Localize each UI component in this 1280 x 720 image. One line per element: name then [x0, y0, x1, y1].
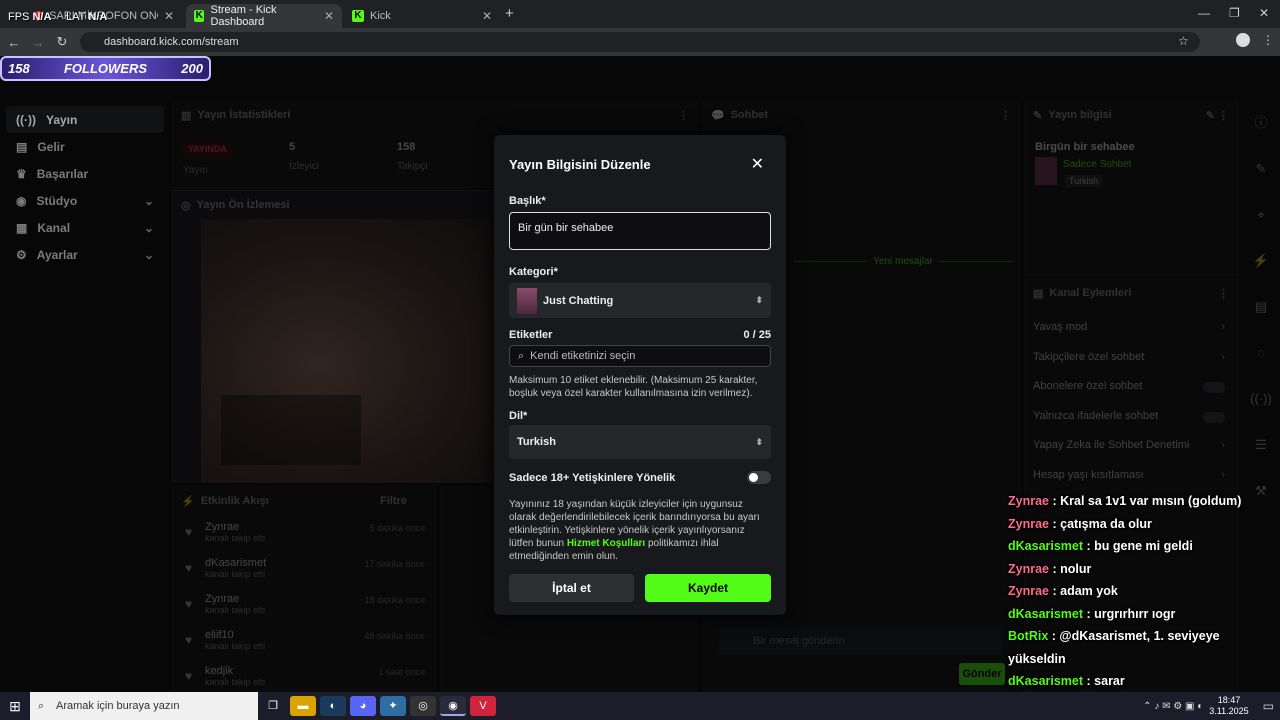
language-select[interactable]: Turkish ⬍ — [509, 425, 771, 459]
chat-username: Zynrae — [1008, 516, 1049, 531]
search-icon: ⌕ — [38, 700, 45, 712]
close-icon[interactable]: ✕ — [751, 154, 764, 174]
windows-start-icon[interactable]: ⊞ — [2, 696, 28, 716]
overlay-chat-message: Zynrae : Kral sa 1v1 var mısın (goldum) — [1008, 494, 1242, 508]
cancel-button[interactable]: İptal et — [509, 574, 634, 602]
profile-icon[interactable] — [1236, 33, 1250, 47]
notifications-icon[interactable]: ▭ — [1263, 699, 1274, 713]
terms-of-service-link[interactable]: Hizmet Koşulları — [567, 538, 645, 549]
steam-icon[interactable]: ◐ — [320, 696, 346, 716]
maximize-button[interactable]: ❐ — [1229, 6, 1240, 20]
adult-only-toggle[interactable] — [747, 471, 771, 484]
select-arrows-icon: ⬍ — [755, 295, 763, 305]
reload-icon[interactable]: ↻ — [50, 34, 74, 50]
minimize-button[interactable]: — — [1198, 6, 1210, 20]
kick-icon: K — [352, 10, 364, 22]
kick-icon: K — [194, 10, 205, 22]
edit-stream-info-dialog: Yayın Bilgisini Düzenle ✕ Başlık* Bir gü… — [494, 135, 786, 615]
task-view-icon[interactable]: ❐ — [260, 696, 286, 716]
valorant-icon[interactable]: V — [470, 696, 496, 716]
windows-taskbar: ⊞ ⌕ Aramak için buraya yazın ❐ ▬ ◐ ◕ ✦ ◎… — [0, 692, 1280, 720]
overlay-chat-message: dKasarismet : sarar — [1008, 674, 1125, 688]
close-tab-icon[interactable]: ✕ — [164, 9, 174, 23]
just-chatting-thumbnail — [517, 287, 537, 314]
chat-username: BotRix — [1008, 629, 1049, 643]
overlay-chat-message: dKasarismet : bu gene mi geldi — [1008, 539, 1193, 553]
category-label: Kategori* — [509, 266, 558, 278]
obs-icon[interactable]: ◎ — [410, 696, 436, 716]
overlay-chat-message: BotRix : @dKasarismet, 1. seviyeye yükse… — [1008, 629, 1220, 666]
overlay-chat-message: Zynrae : çatışma da olur — [1008, 516, 1152, 531]
browser-tab-bar: SARI MİKROFON ONCE SAID - ✕ K Stream - K… — [0, 0, 1280, 28]
title-label: Başlık* — [509, 195, 546, 207]
close-tab-icon[interactable]: ✕ — [324, 9, 334, 23]
fps-overlay: FPS N/A — [8, 11, 52, 23]
stream-chat-overlay: Zynrae : Kral sa 1v1 var mısın (goldum) Z… — [1008, 490, 1280, 693]
close-window-button[interactable]: ✕ — [1259, 6, 1269, 20]
tab-kick[interactable]: K Kick ✕ — [344, 4, 500, 28]
close-tab-icon[interactable]: ✕ — [482, 9, 492, 23]
title-input[interactable]: Bir gün bir sehabee — [509, 212, 771, 250]
chat-username: Zynrae — [1008, 561, 1049, 576]
file-explorer-icon[interactable]: ▬ — [290, 696, 316, 716]
menu-icon[interactable]: ⋮ — [1262, 33, 1274, 47]
adult-only-label: Sadece 18+ Yetişkinlere Yönelik — [509, 472, 676, 484]
bookmark-star-icon[interactable]: ☆ — [1178, 34, 1189, 48]
overlay-chat-message: Zynrae : nolur — [1008, 561, 1092, 576]
chrome-icon[interactable]: ◉ — [440, 696, 466, 716]
followers-goal-overlay: 158 FOLLOWERS 200 — [0, 56, 211, 81]
overlay-chat-message: dKasarismet : urgrırhırr ıogr — [1008, 606, 1176, 621]
app-icon[interactable]: ✦ — [380, 696, 406, 716]
system-tray-icons[interactable]: ⌃ ♪ ✉ ⚙ ▣ ◐ — [1143, 701, 1203, 712]
chat-username: dKasarismet — [1008, 606, 1084, 621]
save-button[interactable]: Kaydet — [645, 574, 771, 602]
adult-help-text: Yayınınız 18 yaşından küçük izleyiciler … — [509, 499, 760, 562]
overlay-chat-message: Zynrae : adam yok — [1008, 584, 1118, 598]
taskbar-clock[interactable]: 18:47 3.11.2025 — [1209, 695, 1248, 717]
latency-overlay: LAT N/A — [66, 11, 108, 23]
tags-counter: 0 / 25 — [743, 329, 771, 341]
language-label: Dil* — [509, 410, 528, 422]
dialog-title: Yayın Bilgisini Düzenle — [509, 157, 651, 172]
forward-icon[interactable]: → — [26, 35, 50, 50]
address-bar[interactable]: dashboard.kick.com/stream — [80, 32, 1200, 52]
tags-input[interactable]: ⌕ Kendi etiketinizi seçin — [509, 345, 771, 367]
search-icon: ⌕ — [518, 349, 525, 362]
tags-help-text: Maksimum 10 etiket eklenebilir. (Maksimu… — [509, 375, 758, 399]
taskbar-search-box[interactable]: ⌕ Aramak için buraya yazın — [30, 692, 258, 720]
new-tab-button[interactable]: + — [505, 5, 514, 22]
browser-toolbar: ← → ↻ dashboard.kick.com/stream ☆ ⋮ — [0, 28, 1280, 56]
chat-username: Zynrae — [1008, 494, 1049, 508]
select-arrows-icon: ⬍ — [755, 436, 763, 447]
tab-stream-dashboard[interactable]: K Stream - Kick Dashboard ✕ — [186, 4, 342, 28]
chat-username: Zynrae — [1008, 584, 1049, 598]
back-icon[interactable]: ← — [2, 35, 26, 50]
chat-username: dKasarismet — [1008, 674, 1084, 688]
discord-icon[interactable]: ◕ — [350, 696, 376, 716]
chat-username: dKasarismet — [1008, 539, 1084, 553]
tags-label: Etiketler — [509, 329, 553, 341]
category-select[interactable]: Just Chatting ⬍ — [509, 283, 771, 318]
